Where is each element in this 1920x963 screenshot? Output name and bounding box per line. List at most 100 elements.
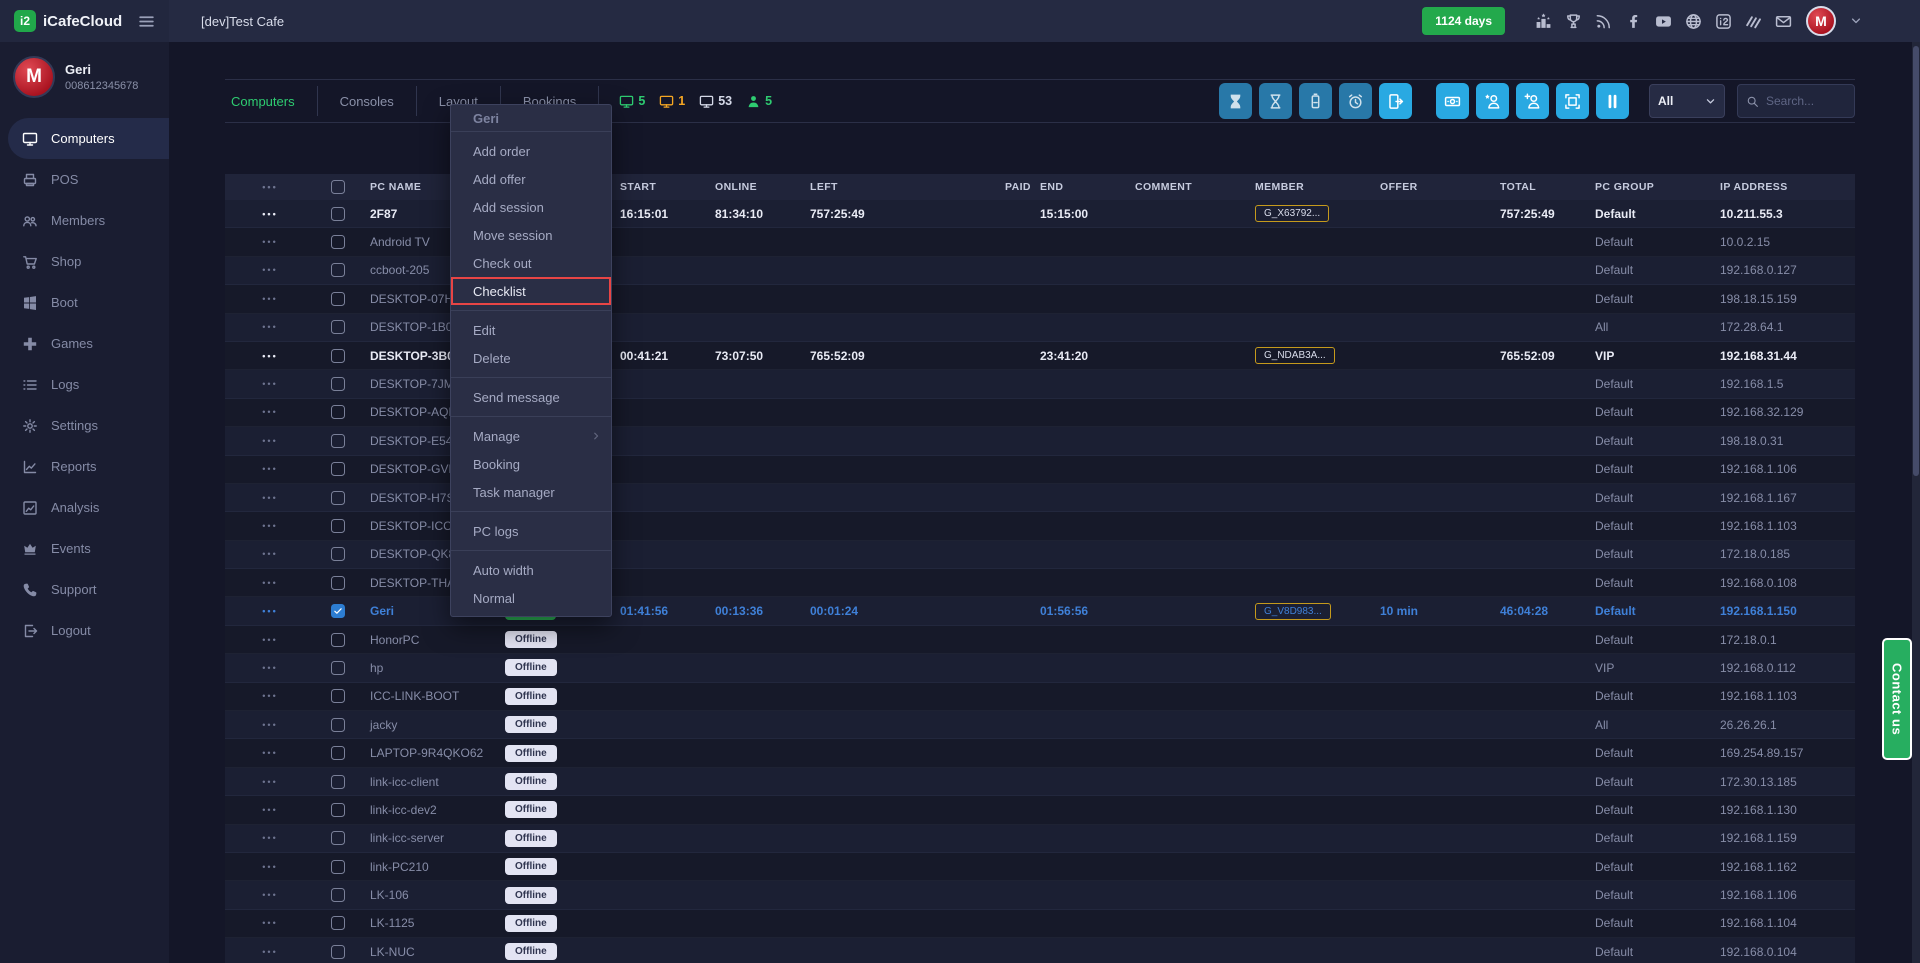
row-menu-button[interactable]: ••• [225,436,315,446]
row-checkbox[interactable] [331,718,345,732]
menu-item-add-order[interactable]: Add order [451,137,611,165]
header-row-menu[interactable]: ••• [225,182,315,192]
sidebar-item-pos[interactable]: POS [0,159,169,200]
row-checkbox[interactable] [331,547,345,561]
row-checkbox[interactable] [331,576,345,590]
row-checkbox[interactable] [331,491,345,505]
menu-item-checklist[interactable]: Checklist [451,277,611,305]
row-checkbox[interactable] [331,349,345,363]
row-menu-button[interactable]: ••• [225,777,315,787]
row-checkbox[interactable] [331,207,345,221]
row-checkbox[interactable] [331,916,345,930]
mail-icon[interactable] [1775,13,1792,30]
subscription-days-badge[interactable]: 1124 days [1422,7,1505,35]
row-checkbox[interactable] [331,604,345,618]
table-row[interactable]: •••LK-1125OfflineDefault192.168.1.104 [225,910,1855,938]
row-checkbox[interactable] [331,263,345,277]
menu-item-pc-logs[interactable]: PC logs [451,517,611,545]
row-menu-button[interactable]: ••• [225,209,315,219]
row-checkbox[interactable] [331,235,345,249]
table-row[interactable]: •••LAPTOP-9R4QKO62OfflineDefault169.254.… [225,739,1855,767]
row-menu-button[interactable]: ••• [225,890,315,900]
menu-item-booking[interactable]: Booking [451,450,611,478]
sidebar-item-reports[interactable]: Reports [0,446,169,487]
menu-item-check-out[interactable]: Check out [451,249,611,277]
menu-item-normal[interactable]: Normal [451,584,611,612]
hourglass-button[interactable] [1259,83,1292,119]
menu-item-edit[interactable]: Edit [451,316,611,344]
row-menu-button[interactable]: ••• [225,322,315,332]
user-plus-button[interactable] [1516,83,1549,119]
user-star-button[interactable] [1476,83,1509,119]
table-row[interactable]: •••ICC-LINK-BOOTOfflineDefault192.168.1.… [225,683,1855,711]
row-checkbox[interactable] [331,803,345,817]
menu-item-manage[interactable]: Manage [451,422,611,450]
row-checkbox[interactable] [331,320,345,334]
table-row[interactable]: •••hpOfflineVIP192.168.0.112 [225,654,1855,682]
sidebar-item-support[interactable]: Support [0,569,169,610]
row-menu-button[interactable]: ••• [225,833,315,843]
contact-us-button[interactable]: Contact us [1882,638,1912,760]
globe-icon[interactable] [1685,13,1702,30]
pc-group-filter-select[interactable]: All [1649,84,1725,118]
row-checkbox[interactable] [331,831,345,845]
row-menu-button[interactable]: ••• [225,691,315,701]
row-checkbox[interactable] [331,746,345,760]
sidebar-item-analysis[interactable]: Analysis [0,487,169,528]
row-checkbox[interactable] [331,860,345,874]
pause-button[interactable] [1596,83,1629,119]
row-menu-button[interactable]: ••• [225,720,315,730]
user-avatar[interactable]: M [1806,6,1836,36]
row-menu-button[interactable]: ••• [225,947,315,957]
row-checkbox[interactable] [331,775,345,789]
row-menu-button[interactable]: ••• [225,237,315,247]
row-menu-button[interactable]: ••• [225,918,315,928]
menu-item-delete[interactable]: Delete [451,344,611,372]
row-menu-button[interactable]: ••• [225,606,315,616]
tab-computers[interactable]: Computers [225,86,318,116]
sidebar-item-boot[interactable]: Boot [0,282,169,323]
row-checkbox[interactable] [331,519,345,533]
row-menu-button[interactable]: ••• [225,862,315,872]
sidebar-item-computers[interactable]: Computers [8,118,169,159]
menu-item-task-manager[interactable]: Task manager [451,478,611,506]
layers-icon[interactable] [1745,13,1762,30]
table-row[interactable]: •••link-icc-dev2OfflineDefault192.168.1.… [225,796,1855,824]
row-menu-button[interactable]: ••• [225,493,315,503]
row-checkbox[interactable] [331,377,345,391]
search-input[interactable] [1766,94,1838,108]
sidebar-item-settings[interactable]: Settings [0,405,169,446]
i2-logo-icon[interactable] [1715,13,1732,30]
row-checkbox[interactable] [331,689,345,703]
rss-icon[interactable] [1595,13,1612,30]
alarm-clock-button[interactable] [1339,83,1372,119]
row-checkbox[interactable] [331,888,345,902]
row-checkbox[interactable] [331,633,345,647]
row-menu-button[interactable]: ••• [225,464,315,474]
sidebar-item-shop[interactable]: Shop [0,241,169,282]
scan-box-button[interactable] [1556,83,1589,119]
sidebar-item-members[interactable]: Members [0,200,169,241]
menu-item-move-session[interactable]: Move session [451,221,611,249]
row-checkbox[interactable] [331,292,345,306]
row-menu-button[interactable]: ••• [225,407,315,417]
row-checkbox[interactable] [331,462,345,476]
menu-item-add-session[interactable]: Add session [451,193,611,221]
menu-item-add-offer[interactable]: Add offer [451,165,611,193]
row-checkbox[interactable] [331,945,345,959]
row-menu-button[interactable]: ••• [225,294,315,304]
table-row[interactable]: •••jackyOfflineAll26.26.26.1 [225,711,1855,739]
menu-item-send-message[interactable]: Send message [451,383,611,411]
row-menu-button[interactable]: ••• [225,748,315,758]
menu-item-auto-width[interactable]: Auto width [451,556,611,584]
table-row[interactable]: •••LK-106OfflineDefault192.168.1.106 [225,881,1855,909]
trophy-icon[interactable] [1565,13,1582,30]
table-row[interactable]: •••link-PC210OfflineDefault192.168.1.162 [225,853,1855,881]
ranking-icon[interactable] [1535,13,1552,30]
sign-out-button[interactable] [1379,83,1412,119]
row-menu-button[interactable]: ••• [225,549,315,559]
battery-button[interactable] [1299,83,1332,119]
hourglass-filled-button[interactable] [1219,83,1252,119]
row-menu-button[interactable]: ••• [225,521,315,531]
hamburger-menu-icon[interactable] [138,13,155,30]
